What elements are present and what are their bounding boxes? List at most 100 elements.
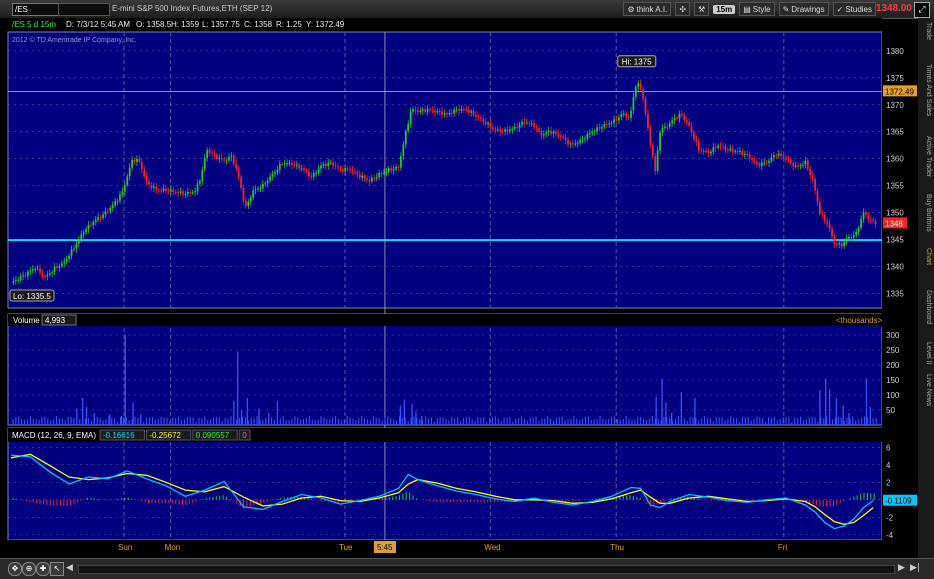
- bottom-toolbar: ✥ ⊕ ✚ ↖ ◀ ▶ ▶|: [0, 558, 934, 579]
- pencil-icon: ✎: [782, 4, 790, 14]
- sidebar-tab-times-and-sales[interactable]: Times And Sales: [920, 64, 932, 116]
- candle-body: [152, 186, 155, 188]
- candle-body: [271, 173, 274, 177]
- scroll-left-icon[interactable]: ◀: [66, 563, 73, 573]
- candle-body: [545, 132, 548, 134]
- candle-body: [121, 191, 124, 195]
- candle-body: [564, 137, 567, 141]
- candle-body: [617, 117, 620, 121]
- sidebar-tab-buy-buttons[interactable]: Buy Buttons: [920, 194, 932, 232]
- candle-body: [802, 164, 804, 166]
- price-tick-label: 1380: [886, 47, 904, 56]
- style-icon: ▤: [743, 4, 751, 14]
- scroll-right-icon[interactable]: ▶: [898, 563, 905, 573]
- candle-body: [259, 188, 262, 190]
- candle-body: [661, 127, 664, 133]
- candle-body: [75, 243, 78, 249]
- candle-body: [581, 139, 584, 141]
- candle-body: [647, 113, 649, 129]
- candle-body: [327, 162, 330, 167]
- expand-icon[interactable]: ⤢: [914, 2, 930, 18]
- candle-body: [114, 201, 117, 206]
- sidebar-tab-trade[interactable]: Trade: [920, 22, 932, 40]
- candle-body: [848, 236, 850, 239]
- candle-body: [213, 153, 216, 155]
- candle-body: [392, 169, 395, 171]
- candle-body: [339, 167, 342, 169]
- wrench-tool-button[interactable]: ⚒: [694, 2, 710, 16]
- candle-body: [228, 156, 230, 161]
- candle-body: [753, 160, 756, 163]
- candle-body: [632, 96, 635, 111]
- candle-body: [334, 165, 337, 167]
- symbol-input[interactable]: /ES: [12, 3, 60, 16]
- candle-body: [443, 113, 446, 115]
- candle-body: [433, 110, 436, 113]
- panel-bg-volume: [7, 313, 883, 426]
- candle-body: [540, 131, 543, 136]
- candle-body: [329, 162, 332, 164]
- candle-body: [242, 188, 245, 201]
- sidebar-tab-active-trader[interactable]: Active Trader: [920, 136, 932, 177]
- candle-body: [797, 165, 800, 167]
- candle-body: [261, 183, 264, 189]
- candle-body: [523, 121, 526, 123]
- candle-body: [387, 168, 390, 172]
- sidebar-tab-live-news[interactable]: Live News: [920, 374, 932, 406]
- crosshair-icon[interactable]: ✚: [36, 562, 50, 576]
- candle-body: [697, 141, 700, 151]
- candle-body: [455, 109, 458, 111]
- candle-body: [34, 268, 37, 270]
- candle-body: [576, 142, 579, 144]
- candle-body: [789, 159, 792, 163]
- candle-body: [521, 121, 523, 125]
- candle-body: [806, 160, 809, 170]
- price-tick-label: 1375: [886, 74, 904, 83]
- candle-body: [695, 139, 698, 142]
- candle-body: [845, 238, 848, 242]
- scroll-end-icon[interactable]: ▶|: [910, 563, 920, 573]
- candle-body: [613, 119, 615, 123]
- interval-button[interactable]: 15m: [713, 4, 736, 14]
- style-button[interactable]: ▤ Style: [739, 2, 775, 16]
- candle-body: [160, 190, 163, 192]
- price-tick-label: 1365: [886, 128, 904, 137]
- sidebar-tab-chart[interactable]: Chart: [920, 248, 932, 265]
- candle-body: [765, 162, 768, 164]
- candle-body: [814, 178, 816, 191]
- candle-body: [378, 172, 381, 178]
- time-scrollbar[interactable]: [78, 565, 895, 574]
- macd-tick-label: -2: [886, 513, 894, 522]
- candle-body: [421, 108, 424, 111]
- candle-body: [58, 266, 61, 268]
- pan-icon[interactable]: ✥: [8, 562, 22, 576]
- right-sidebar: Trade Times And Sales Active Trader Buy …: [918, 18, 934, 578]
- candle-body: [39, 268, 41, 273]
- candle-body: [157, 190, 160, 192]
- sidebar-tab-level-ii[interactable]: Level II: [920, 342, 932, 365]
- sidebar-tab-dashboard[interactable]: Dashboard: [920, 290, 932, 324]
- symbol-extra-box[interactable]: [58, 3, 110, 16]
- studies-button[interactable]: ✓ Studies: [832, 2, 876, 16]
- drawings-button[interactable]: ✎ Drawings: [778, 2, 829, 16]
- crosshair-tool-button[interactable]: ✣: [675, 2, 691, 16]
- candle-body: [726, 150, 729, 152]
- watermark-text: 2012 © TD Ameritrade IP Company, Inc.: [12, 36, 137, 44]
- candle-body: [787, 159, 790, 161]
- candle-body: [341, 168, 344, 172]
- candle-body: [542, 133, 545, 136]
- candle-body: [678, 113, 681, 119]
- candle-body: [77, 239, 80, 244]
- price-tick-label: 1345: [886, 236, 904, 245]
- candle-body: [799, 165, 802, 167]
- chart-canvas[interactable]: 1335 1340 1345 1350 1355 1360 1365 1370 1375 1380…: [0, 18, 918, 558]
- candle-body: [332, 162, 335, 166]
- candle-body: [794, 165, 797, 167]
- candle-body: [574, 143, 577, 145]
- candle-body: [257, 188, 259, 190]
- cursor-icon[interactable]: ↖: [50, 562, 64, 576]
- zoom-icon[interactable]: ⊕: [22, 562, 36, 576]
- candle-body: [804, 160, 807, 165]
- candle-body: [714, 147, 717, 149]
- think-ai-button[interactable]: ⚙ think A.I.: [623, 2, 672, 16]
